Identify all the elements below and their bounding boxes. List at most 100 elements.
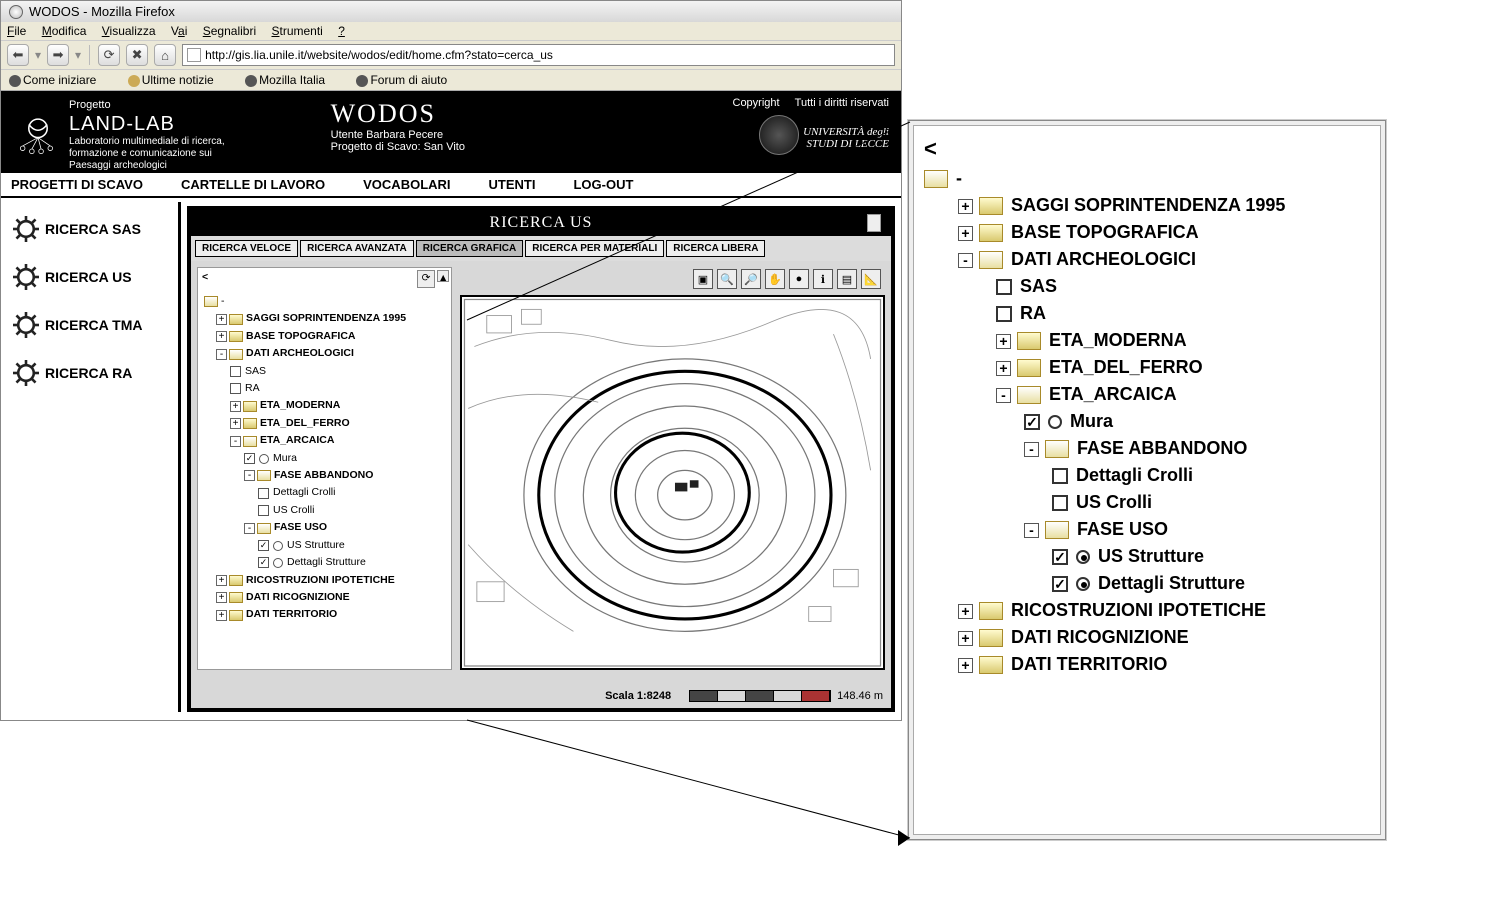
toggle-icon[interactable]: + bbox=[996, 361, 1011, 376]
tree-row[interactable]: +DATI TERRITORIO bbox=[924, 654, 1372, 675]
sidebar-item-ricerca-sas[interactable]: RICERCA SAS bbox=[13, 216, 174, 242]
toggle-icon[interactable]: + bbox=[216, 575, 227, 586]
tree-row[interactable]: RA bbox=[204, 381, 449, 397]
checkbox[interactable] bbox=[996, 279, 1012, 295]
toggle-icon[interactable]: - bbox=[1024, 523, 1039, 538]
layer-tree[interactable]: - +SAGGI SOPRINTENDENZA 1995 +BASE TOPOGRA… bbox=[204, 294, 449, 624]
toggle-icon[interactable]: + bbox=[216, 331, 227, 342]
tab-ricerca-grafica[interactable]: RICERCA GRAFICA bbox=[416, 240, 524, 257]
sidebar-item-ricerca-us[interactable]: RICERCA US bbox=[13, 264, 174, 290]
home-button[interactable]: ⌂ bbox=[154, 44, 176, 66]
map-tool-measure[interactable]: 📐 bbox=[861, 269, 881, 289]
menu-segnalibri[interactable]: Segnalibri bbox=[203, 24, 256, 38]
toggle-icon[interactable]: - bbox=[244, 470, 255, 481]
checkbox[interactable]: ✓ bbox=[1024, 414, 1040, 430]
checkbox[interactable]: ✓ bbox=[258, 557, 269, 568]
tree-row[interactable]: -DATI ARCHEOLOGICI bbox=[924, 249, 1372, 270]
map-tool-pan[interactable]: ✋ bbox=[765, 269, 785, 289]
checkbox[interactable]: ✓ bbox=[1052, 549, 1068, 565]
checkbox[interactable] bbox=[1052, 468, 1068, 484]
tree-refresh-button[interactable]: ⟳ bbox=[417, 270, 435, 288]
tree-row[interactable]: Dettagli Crolli bbox=[204, 485, 449, 501]
toggle-icon[interactable]: + bbox=[958, 199, 973, 214]
tree-back-button[interactable]: < bbox=[202, 270, 208, 286]
radio[interactable] bbox=[259, 454, 269, 464]
checkbox[interactable] bbox=[258, 488, 269, 499]
toggle-icon[interactable]: + bbox=[216, 610, 227, 621]
toggle-icon[interactable]: - bbox=[1024, 442, 1039, 457]
toggle-icon[interactable]: - bbox=[996, 388, 1011, 403]
tree-row[interactable]: RA bbox=[924, 303, 1372, 324]
toggle-icon[interactable]: + bbox=[958, 604, 973, 619]
map-viewport[interactable] bbox=[460, 295, 885, 670]
tree-row[interactable]: +SAGGI SOPRINTENDENZA 1995 bbox=[924, 195, 1372, 216]
toggle-icon[interactable]: + bbox=[230, 401, 241, 412]
checkbox[interactable] bbox=[258, 505, 269, 516]
zoom-layer-tree[interactable]: < - +SAGGI SOPRINTENDENZA 1995 +BASE TOPO… bbox=[914, 126, 1380, 689]
bookmark-mozilla-italia[interactable]: Mozilla Italia bbox=[245, 73, 339, 87]
radio[interactable] bbox=[273, 541, 283, 551]
reload-button[interactable]: ⟳ bbox=[98, 44, 120, 66]
toggle-icon[interactable]: + bbox=[230, 418, 241, 429]
checkbox[interactable]: ✓ bbox=[1052, 576, 1068, 592]
toggle-icon[interactable]: + bbox=[216, 314, 227, 325]
tree-row[interactable]: +ETA_DEL_FERRO bbox=[204, 416, 449, 432]
tree-row[interactable]: -DATI ARCHEOLOGICI bbox=[204, 346, 449, 362]
nav-vocabolari[interactable]: VOCABOLARI bbox=[363, 177, 450, 192]
url-bar[interactable]: http://gis.lia.unile.it/website/wodos/ed… bbox=[182, 44, 895, 66]
zoom-back-button[interactable]: < bbox=[924, 136, 1372, 162]
tab-ricerca-libera[interactable]: RICERCA LIBERA bbox=[666, 240, 765, 257]
tree-row[interactable]: ✓Mura bbox=[924, 411, 1372, 432]
nav-utenti[interactable]: UTENTI bbox=[489, 177, 536, 192]
menu-visualizza[interactable]: Visualizza bbox=[102, 24, 156, 38]
bookmark-come-iniziare[interactable]: Come iniziare bbox=[9, 73, 110, 87]
map-tool-fullextent[interactable]: ▣ bbox=[693, 269, 713, 289]
tree-row[interactable]: Dettagli Crolli bbox=[924, 465, 1372, 486]
radio[interactable] bbox=[1048, 415, 1062, 429]
browser-menubar[interactable]: File Modifica Visualizza Vai Segnalibri … bbox=[1, 22, 901, 40]
checkbox[interactable] bbox=[230, 383, 241, 394]
tree-row[interactable]: US Crolli bbox=[924, 492, 1372, 513]
copyright-link[interactable]: Copyright bbox=[733, 97, 780, 109]
forward-button[interactable]: ➡ bbox=[47, 44, 69, 66]
menu-modifica[interactable]: Modifica bbox=[42, 24, 87, 38]
toggle-icon[interactable]: + bbox=[216, 592, 227, 603]
tree-row[interactable]: ✓US Strutture bbox=[924, 546, 1372, 567]
menu-file[interactable]: File bbox=[7, 24, 26, 38]
tree-row[interactable]: SAS bbox=[204, 364, 449, 380]
map-tool-select[interactable]: ● bbox=[789, 269, 809, 289]
tree-row[interactable]: +BASE TOPOGRAFICA bbox=[924, 222, 1372, 243]
tree-row[interactable]: -FASE ABBANDONO bbox=[924, 438, 1372, 459]
radio[interactable] bbox=[1076, 577, 1090, 591]
bookmark-forum-aiuto[interactable]: Forum di aiuto bbox=[356, 73, 461, 87]
stop-button[interactable]: ✖ bbox=[126, 44, 148, 66]
toggle-icon[interactable]: + bbox=[958, 631, 973, 646]
back-button[interactable]: ⬅ bbox=[7, 44, 29, 66]
tab-ricerca-veloce[interactable]: RICERCA VELOCE bbox=[195, 240, 298, 257]
map-tool-table[interactable]: ▤ bbox=[837, 269, 857, 289]
tab-ricerca-avanzata[interactable]: RICERCA AVANZATA bbox=[300, 240, 414, 257]
bookmark-ultime-notizie[interactable]: Ultime notizie bbox=[128, 73, 228, 87]
menu-vai[interactable]: Vai bbox=[171, 24, 187, 38]
checkbox[interactable] bbox=[996, 306, 1012, 322]
tree-row[interactable]: +BASE TOPOGRAFICA bbox=[204, 329, 449, 345]
checkbox[interactable] bbox=[230, 366, 241, 377]
menu-help[interactable]: ? bbox=[338, 24, 345, 38]
tree-row[interactable]: +DATI RICOGNIZIONE bbox=[924, 627, 1372, 648]
tree-row[interactable]: +SAGGI SOPRINTENDENZA 1995 bbox=[204, 311, 449, 327]
menu-strumenti[interactable]: Strumenti bbox=[271, 24, 322, 38]
radio[interactable] bbox=[1076, 550, 1090, 564]
checkbox[interactable]: ✓ bbox=[258, 540, 269, 551]
toggle-icon[interactable]: + bbox=[996, 334, 1011, 349]
tree-row[interactable]: +ETA_MODERNA bbox=[204, 398, 449, 414]
toggle-icon[interactable]: - bbox=[216, 349, 227, 360]
sidebar-item-ricerca-tma[interactable]: RICERCA TMA bbox=[13, 312, 174, 338]
tab-ricerca-per-materiali[interactable]: RICERCA PER MATERIALI bbox=[525, 240, 664, 257]
tree-collapse-arrow-icon[interactable]: ▲ bbox=[437, 270, 449, 282]
toggle-icon[interactable]: + bbox=[958, 658, 973, 673]
map-tool-zoomin[interactable]: 🔍 bbox=[717, 269, 737, 289]
radio[interactable] bbox=[273, 558, 283, 568]
tree-row[interactable]: +RICOSTRUZIONI IPOTETICHE bbox=[204, 573, 449, 589]
tree-row[interactable]: +RICOSTRUZIONI IPOTETICHE bbox=[924, 600, 1372, 621]
map-tool-identify[interactable]: ℹ bbox=[813, 269, 833, 289]
